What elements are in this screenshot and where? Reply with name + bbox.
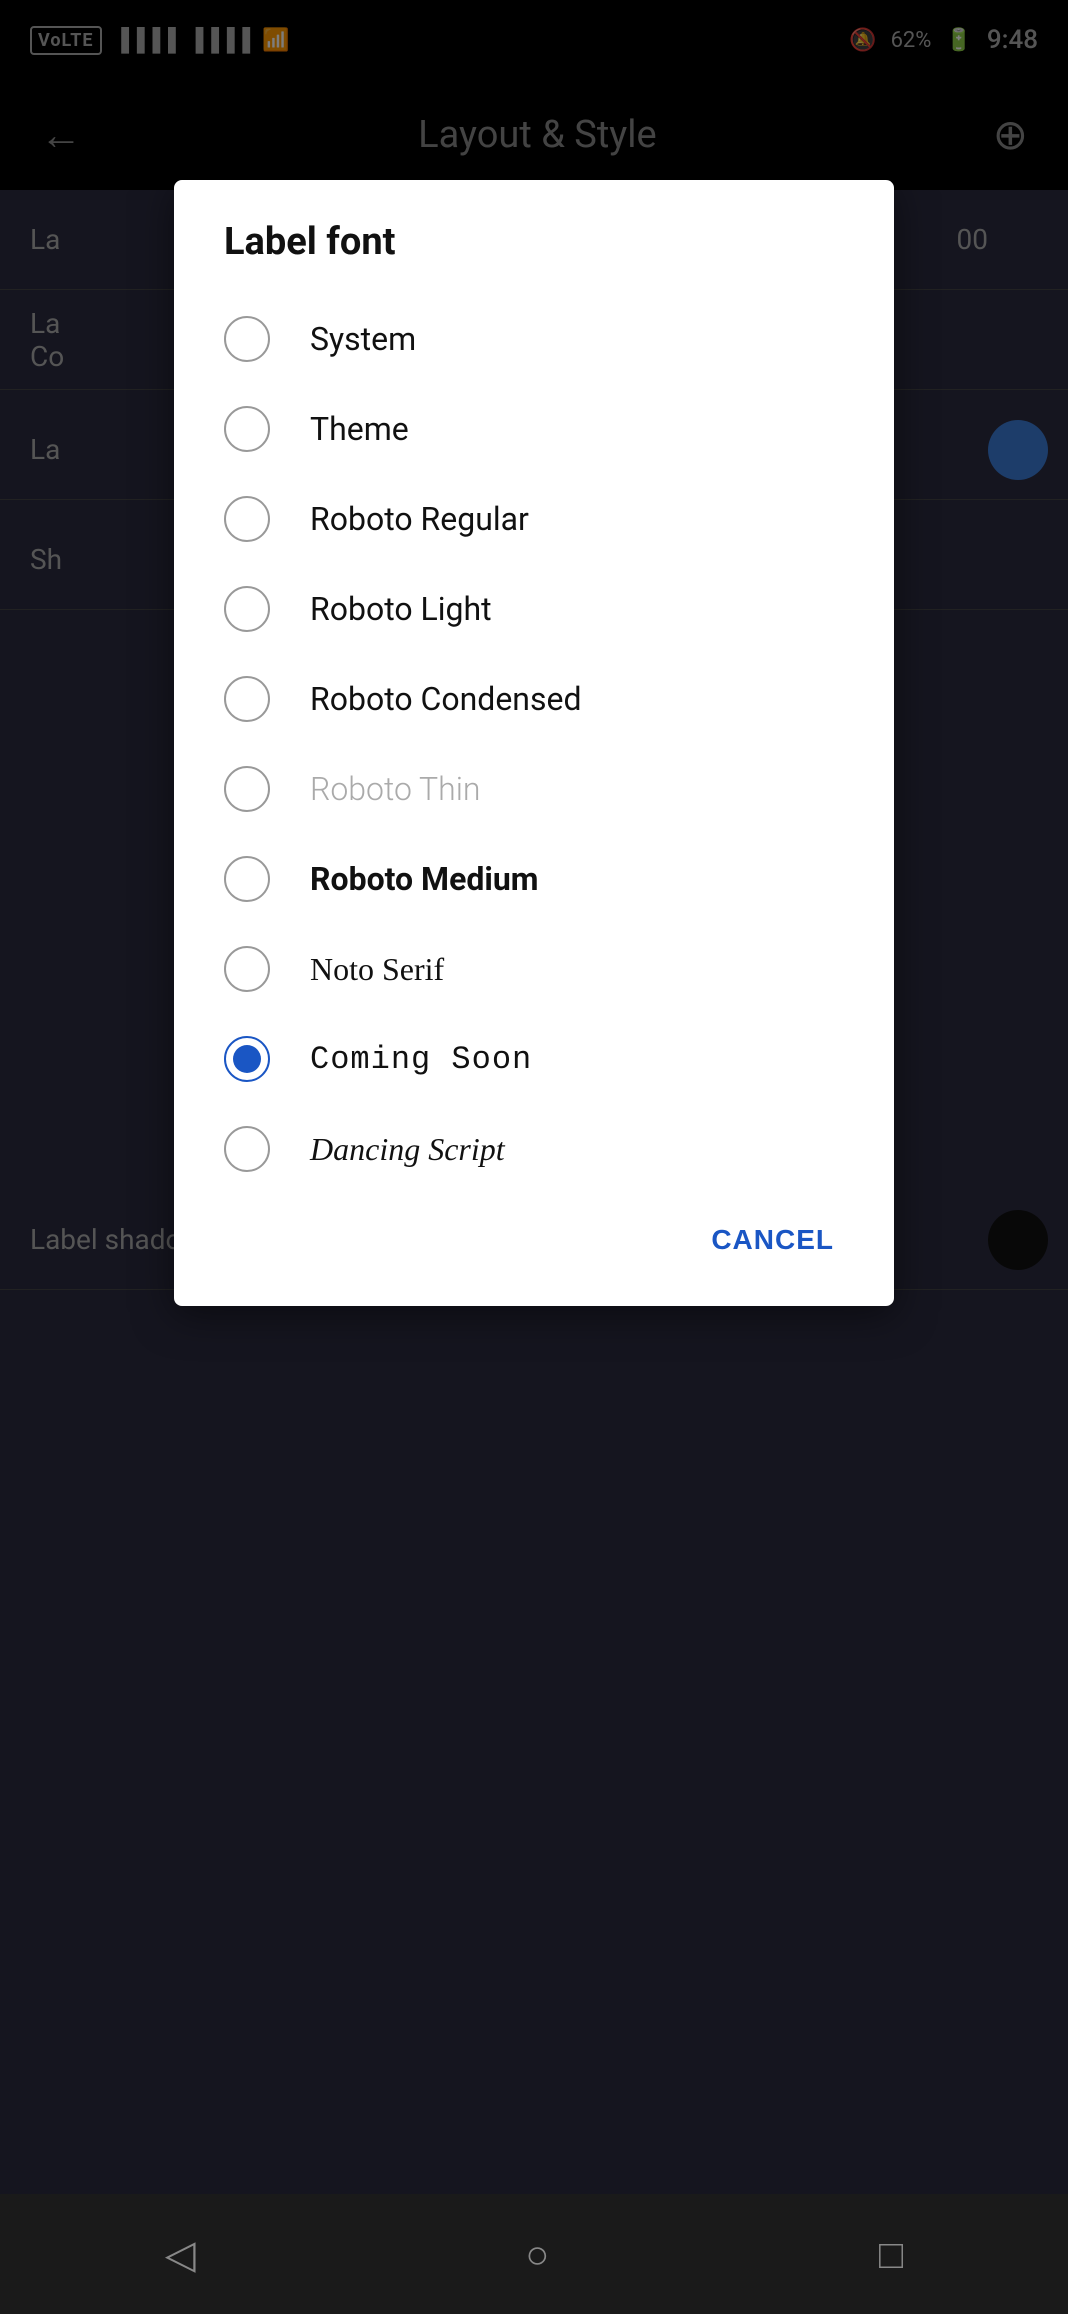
radio-roboto-medium (224, 856, 270, 902)
radio-roboto-condensed (224, 676, 270, 722)
radio-roboto-regular (224, 496, 270, 542)
font-option-dancing-script[interactable]: Dancing Script (174, 1104, 894, 1194)
font-option-noto-serif[interactable]: Noto Serif (174, 924, 894, 1014)
radio-roboto-thin (224, 766, 270, 812)
recent-apps-icon[interactable]: □ (879, 2231, 903, 2278)
font-label-roboto-regular: Roboto Regular (310, 500, 529, 538)
radio-roboto-light (224, 586, 270, 632)
font-option-roboto-light[interactable]: Roboto Light (174, 564, 894, 654)
font-label-noto-serif: Noto Serif (310, 951, 444, 988)
font-label-roboto-medium: Roboto Medium (310, 860, 538, 898)
home-nav-icon[interactable]: ○ (525, 2231, 549, 2278)
bottom-nav: ◁ ○ □ (0, 2194, 1068, 2314)
radio-theme (224, 406, 270, 452)
dialog-overlay: Label font System Theme Roboto Regular R… (0, 0, 1068, 2194)
dialog-title: Label font (174, 220, 894, 294)
font-label-coming-soon: Coming Soon (310, 1041, 532, 1078)
font-option-theme[interactable]: Theme (174, 384, 894, 474)
font-options-list: System Theme Roboto Regular Roboto Light… (174, 294, 894, 1194)
font-option-roboto-medium[interactable]: Roboto Medium (174, 834, 894, 924)
font-option-roboto-thin[interactable]: Roboto Thin (174, 744, 894, 834)
font-label-roboto-condensed: Roboto Condensed (310, 680, 582, 718)
label-font-dialog: Label font System Theme Roboto Regular R… (174, 180, 894, 1306)
font-label-roboto-thin: Roboto Thin (310, 770, 481, 808)
font-label-theme: Theme (310, 410, 409, 448)
font-option-system[interactable]: System (174, 294, 894, 384)
cancel-button[interactable]: CANCEL (691, 1214, 854, 1266)
radio-coming-soon (224, 1036, 270, 1082)
font-option-roboto-condensed[interactable]: Roboto Condensed (174, 654, 894, 744)
font-option-roboto-regular[interactable]: Roboto Regular (174, 474, 894, 564)
font-label-system: System (310, 320, 416, 358)
font-option-coming-soon[interactable]: Coming Soon (174, 1014, 894, 1104)
radio-dancing-script (224, 1126, 270, 1172)
dialog-actions: CANCEL (174, 1194, 894, 1276)
font-label-roboto-light: Roboto Light (310, 590, 492, 628)
back-nav-icon[interactable]: ◁ (165, 2231, 196, 2278)
radio-system (224, 316, 270, 362)
font-label-dancing-script: Dancing Script (310, 1131, 505, 1168)
radio-noto-serif (224, 946, 270, 992)
